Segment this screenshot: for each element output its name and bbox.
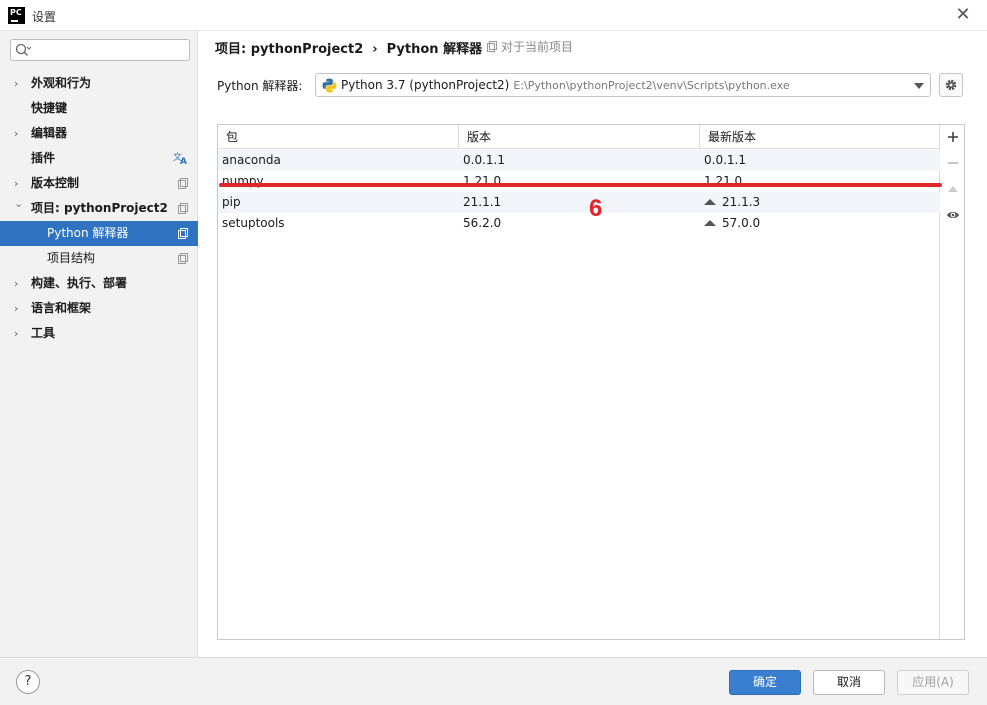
breadcrumb-project: 项目: pythonProject2 [215,42,364,57]
package-name: setuptools [222,216,285,230]
remove-package-button[interactable] [941,151,965,175]
interpreter-label: Python 解释器: [217,79,303,93]
settings-content: 项目: pythonProject2 › Python 解释器 对于当前项目 Pyt… [199,31,987,657]
table-row[interactable]: anaconda 0.0.1.1 0.0.1.1 [218,150,940,171]
sidebar-item-editor[interactable]: › 编辑器 [0,121,198,146]
annotation-underline [219,183,942,187]
chevron-right-icon: › [14,277,19,290]
pycharm-logo-icon: PC [8,7,25,24]
sidebar-item-tools[interactable]: › 工具 [0,321,198,346]
package-version: 1.21.0 [463,174,502,188]
dialog-footer: ? 确定 取消 应用(A) [0,657,987,705]
project-scope-icon [178,203,188,214]
table-row[interactable]: pip 21.1.1 21.1.3 [218,192,940,213]
svg-text:A: A [180,157,187,165]
translate-icon: 文A [173,151,187,165]
table-row[interactable]: numpy 1.21.0 1.21.0 [218,171,940,192]
upgrade-package-button[interactable] [941,177,965,201]
search-input[interactable] [10,39,190,61]
annotation-number: 6 [589,195,603,222]
chevron-right-icon: › [14,77,19,90]
breadcrumb-page: Python 解释器 [386,42,483,57]
scope-hint-text: 对于当前项目 [501,40,574,54]
upgrade-arrow-icon [704,199,716,205]
package-latest: 0.0.1.1 [704,153,746,167]
search-icon [15,43,31,56]
sidebar-item-project-structure[interactable]: 项目结构 [0,246,198,271]
project-scope-icon [487,41,497,52]
package-latest: 57.0.0 [704,213,760,234]
minus-icon [948,162,958,164]
close-icon[interactable]: ✕ [951,3,975,27]
package-version: 21.1.1 [463,195,502,209]
sidebar-item-build[interactable]: › 构建、执行、部署 [0,271,198,296]
chevron-down-icon[interactable] [914,83,924,89]
window-title: 设置 [32,10,57,24]
chevron-right-icon: › [14,302,19,315]
sidebar-item-python-interpreter[interactable]: Python 解释器 [0,221,198,246]
package-latest: 21.1.3 [704,192,760,213]
eye-icon [947,212,959,218]
column-header-latest[interactable]: 最新版本 [700,125,940,149]
sidebar-item-keymap[interactable]: 快捷键 [0,96,198,121]
table-row[interactable]: setuptools 56.2.0 57.0.0 [218,213,940,234]
interpreter-path: E:\Python\pythonProject2\venv\Scripts\py… [513,79,790,92]
chevron-right-icon: › [14,177,19,190]
python-logo-icon [322,78,337,93]
apply-button[interactable]: 应用(A) [897,670,969,695]
packages-toolbar [941,125,965,639]
project-scope-icon [178,253,188,264]
cancel-button[interactable]: 取消 [813,670,885,695]
scope-hint: 对于当前项目 [487,38,573,55]
project-scope-icon [178,228,188,239]
triangle-up-icon [948,186,958,192]
package-latest: 1.21.0 [704,174,743,188]
sidebar-item-languages[interactable]: › 语言和框架 [0,296,198,321]
breadcrumb: 项目: pythonProject2 › Python 解释器 [215,38,482,57]
column-header-package[interactable]: 包 [218,125,459,149]
sidebar-item-project[interactable]: › 项目: pythonProject2 [0,196,198,221]
package-version: 56.2.0 [463,216,502,230]
interpreter-settings-button[interactable] [939,73,963,97]
add-package-button[interactable] [941,125,965,149]
show-early-releases-button[interactable] [941,203,965,227]
package-name: anaconda [222,153,281,167]
chevron-right-icon: › [14,127,19,140]
interpreter-dropdown[interactable]: Python 3.7 (pythonProject2) E:\Python\pyt… [315,73,931,97]
chevron-down-icon: › [12,203,26,208]
chevron-right-icon: › [14,327,19,340]
gear-icon [945,79,957,91]
settings-sidebar: › 外观和行为 快捷键 › 编辑器 插件 文A › 版本控制 › 项目: pyt… [0,31,198,657]
table-header: 包 版本 最新版本 [218,125,940,149]
title-bar: PC 设置 ✕ [0,0,987,31]
sidebar-item-plugins[interactable]: 插件 文A [0,146,198,171]
package-version: 0.0.1.1 [463,153,505,167]
upgrade-arrow-icon [704,220,716,226]
ok-button[interactable]: 确定 [729,670,801,695]
help-button[interactable]: ? [16,670,40,694]
package-name: pip [222,195,241,209]
sidebar-item-vcs[interactable]: › 版本控制 [0,171,198,196]
breadcrumb-separator: › [372,42,378,57]
column-header-version[interactable]: 版本 [459,125,700,149]
sidebar-item-appearance[interactable]: › 外观和行为 [0,71,198,96]
packages-table: 包 版本 最新版本 anaconda 0.0.1.1 0.0.1.1 numpy… [218,125,940,639]
package-name: numpy [222,174,264,188]
plus-icon [948,132,958,142]
interpreter-value: Python 3.7 (pythonProject2) E:\Python\pyt… [341,78,790,92]
project-scope-icon [178,178,188,189]
